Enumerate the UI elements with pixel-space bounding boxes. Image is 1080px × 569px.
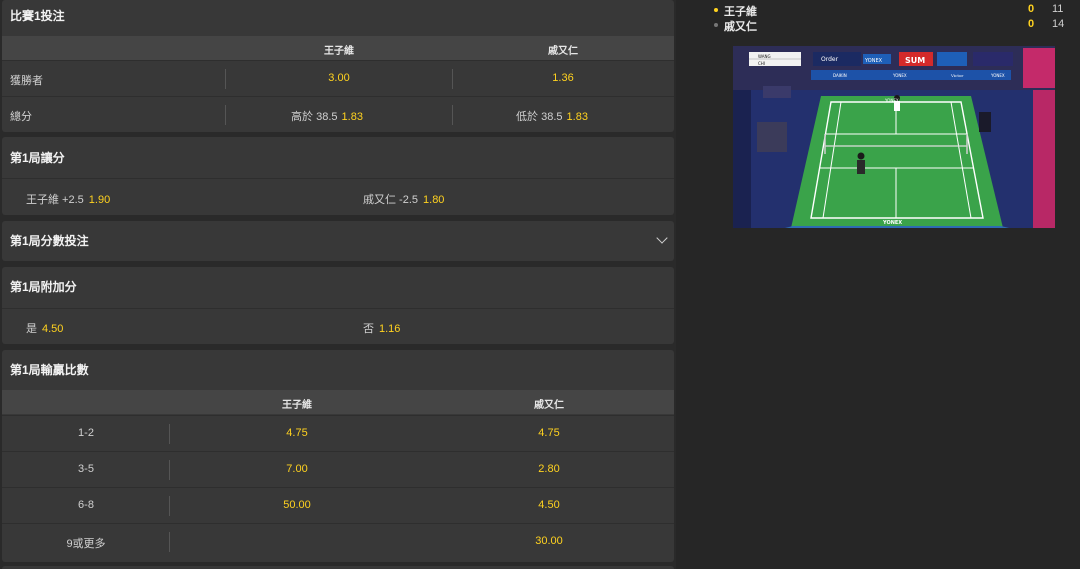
line-label: 低於 38.5 <box>516 111 563 123</box>
market-match-panel: 比賽1投注 王子維 戚又仁 獲勝者 3.00 1.36 總分 高於 38.5 1.… <box>2 0 674 132</box>
odds-button[interactable]: 3.00 <box>328 72 349 84</box>
banner-text: Order <box>821 56 839 63</box>
banner-text: DAIKIN <box>833 73 847 78</box>
odds-button[interactable]: 高於 38.5 1.83 <box>291 108 363 124</box>
margin-row: 3-5 7.00 2.80 <box>2 451 674 487</box>
market-title[interactable]: 比賽1投注 <box>2 0 674 36</box>
serving-indicator-icon <box>714 23 718 27</box>
divider <box>452 69 453 89</box>
points-score: 14 <box>1052 18 1065 30</box>
odds-button[interactable]: 1.36 <box>552 72 573 84</box>
games-score: 0 <box>1028 3 1035 15</box>
odds-button[interactable]: 戚又仁 -2.5 1.80 <box>363 191 444 207</box>
banner-text: YONEX <box>990 73 1005 78</box>
odds-button[interactable]: 王子維 +2.5 1.90 <box>26 191 110 207</box>
divider <box>225 105 226 125</box>
total-row: 總分 高於 38.5 1.83 低於 38.5 1.83 <box>2 96 674 132</box>
player-b-header: 戚又仁 <box>534 400 564 411</box>
row-label: 1-2 <box>78 427 94 439</box>
overlay-name: WANG <box>758 54 771 59</box>
odds-button[interactable]: 4.75 <box>538 427 559 439</box>
odds-button[interactable]: 7.00 <box>286 463 307 475</box>
banner-text: SUM <box>905 56 925 65</box>
points-score: 11 <box>1052 3 1064 15</box>
market-header-row: 王子維 戚又仁 <box>2 36 674 60</box>
divider <box>452 105 453 125</box>
odds-value: 1.90 <box>88 194 111 206</box>
line-label: 王子維 +2.5 <box>26 194 84 206</box>
odds-button[interactable]: 是 4.50 <box>26 320 63 336</box>
scoreboard-row: 王子維 0 11 <box>714 3 1074 18</box>
odds-value: 4.50 <box>42 323 64 335</box>
scrollbar-track[interactable] <box>676 0 698 569</box>
line-label: 高於 38.5 <box>291 111 338 123</box>
badminton-court-image: WANG CHI Order YONEX SUM DAIKIN YONEX Vi… <box>733 46 1055 228</box>
market-bonus-panel: 第1局附加分 是 4.50 否 1.16 <box>2 267 674 344</box>
market-score-panel[interactable]: 第1局分數投注 <box>2 221 674 261</box>
divider <box>169 424 170 444</box>
odds-value: 1.83 <box>341 111 363 123</box>
margin-row: 9或更多 30.00 <box>2 523 674 559</box>
games-score: 0 <box>1028 18 1035 30</box>
live-video[interactable]: WANG CHI Order YONEX SUM DAIKIN YONEX Vi… <box>733 46 1055 228</box>
market-handicap-panel: 第1局讓分 王子維 +2.5 1.90 戚又仁 -2.5 1.80 <box>2 137 674 215</box>
divider <box>169 532 170 552</box>
odds-button[interactable]: 4.75 <box>286 427 307 439</box>
banner-text: YONEX <box>892 73 907 78</box>
divider <box>2 178 674 179</box>
markets-column: 比賽1投注 王子維 戚又仁 獲勝者 3.00 1.36 總分 高於 38.5 1.… <box>0 0 676 569</box>
odds-button[interactable]: 4.50 <box>538 499 559 511</box>
market-title[interactable]: 第1局附加分 <box>2 267 674 308</box>
row-label: 總分 <box>10 111 32 123</box>
row-label: 獲勝者 <box>10 75 43 87</box>
court-text: YONEX <box>882 220 902 226</box>
player-name: 王子維 <box>724 6 757 18</box>
row-label: 3-5 <box>78 463 94 475</box>
odds-button[interactable]: 低於 38.5 1.83 <box>516 108 588 124</box>
odds-value: 1.16 <box>379 323 401 335</box>
odds-button[interactable]: 50.00 <box>283 499 311 511</box>
player-a-header: 王子維 <box>324 46 354 57</box>
odds-button[interactable]: 30.00 <box>535 535 563 547</box>
line-label: 否 <box>363 323 374 335</box>
live-panel: 王子維 0 11 戚又仁 0 14 WANG CHI Order YONEX S… <box>698 0 1080 569</box>
player-b-header: 戚又仁 <box>548 46 578 57</box>
serving-indicator-icon <box>714 8 718 12</box>
scoreboard-row: 戚又仁 0 14 <box>714 18 1074 33</box>
market-title[interactable]: 第1局讓分 <box>2 137 674 178</box>
banner-text: Victor <box>950 73 963 78</box>
divider <box>169 460 170 480</box>
market-title: 第1局分數投注 <box>10 234 89 248</box>
divider <box>2 308 674 309</box>
banner-text: YONEX <box>864 58 883 64</box>
margin-row: 1-2 4.75 4.75 <box>2 415 674 451</box>
overlay-name: CHI <box>758 61 765 66</box>
odds-value: 1.80 <box>423 194 445 206</box>
row-label: 9或更多 <box>66 538 106 550</box>
line-label: 是 <box>26 323 37 335</box>
player-a-header: 王子維 <box>282 400 312 411</box>
market-header-row: 王子維 戚又仁 <box>2 390 674 414</box>
odds-button[interactable]: 否 1.16 <box>363 320 400 336</box>
odds-button[interactable]: 2.80 <box>538 463 559 475</box>
row-label: 6-8 <box>78 499 94 511</box>
winner-row: 獲勝者 3.00 1.36 <box>2 60 674 96</box>
odds-value: 1.83 <box>566 111 588 123</box>
player-name: 戚又仁 <box>724 21 757 33</box>
market-title[interactable]: 第1局輸贏比數 <box>2 350 674 390</box>
line-label: 戚又仁 -2.5 <box>363 194 419 206</box>
divider <box>225 69 226 89</box>
divider <box>169 496 170 516</box>
market-margin-panel: 第1局輸贏比數 王子維 戚又仁 1-2 4.75 4.75 3-5 7.00 2… <box>2 350 674 562</box>
court-text: YONEX <box>884 98 899 103</box>
margin-row: 6-8 50.00 4.50 <box>2 487 674 523</box>
